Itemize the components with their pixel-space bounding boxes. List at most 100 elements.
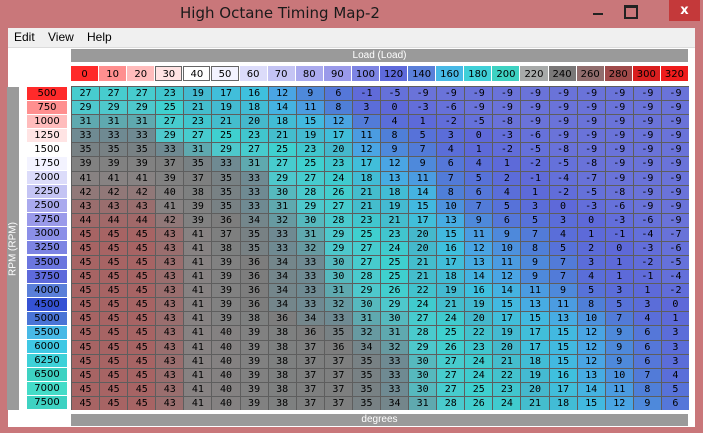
timing-cell[interactable]: 12 [577,340,605,354]
timing-cell[interactable]: 34 [268,256,296,270]
timing-cell[interactable]: 24 [381,241,409,256]
timing-cell[interactable]: 8 [633,382,661,396]
timing-cell[interactable]: 39 [212,270,240,284]
timing-cell[interactable]: 11 [352,129,380,143]
timing-cell[interactable]: 32 [352,326,380,340]
timing-cell[interactable]: 39 [212,256,240,270]
timing-cell[interactable]: -9 [661,199,689,213]
timing-cell[interactable]: 33 [381,354,409,368]
timing-cell[interactable]: 9 [296,87,324,101]
timing-cell[interactable]: 27 [184,129,212,143]
timing-cell[interactable]: 5 [521,213,549,227]
timing-cell[interactable]: -9 [521,87,549,101]
timing-cell[interactable]: 20 [240,115,268,129]
timing-cell[interactable]: 31 [381,326,409,340]
timing-cell[interactable]: 13 [381,171,409,185]
timing-cell[interactable]: 41 [184,354,212,368]
timing-cell[interactable]: -8 [605,185,633,199]
timing-cell[interactable]: 37 [156,157,184,171]
timing-cell[interactable]: 43 [128,199,156,213]
timing-cell[interactable]: 2 [493,171,521,185]
timing-cell[interactable]: 34 [268,284,296,298]
timing-cell[interactable]: 33 [240,171,268,185]
timing-cell[interactable]: 11 [296,101,324,115]
timing-cell[interactable]: 4 [437,143,465,157]
timing-cell[interactable]: 4 [633,312,661,326]
timing-cell[interactable]: 1 [521,185,549,199]
timing-cell[interactable]: 31 [100,115,128,129]
timing-cell[interactable]: 29 [72,101,100,115]
timing-cell[interactable]: 27 [240,143,268,157]
timing-cell[interactable]: -9 [661,129,689,143]
timing-cell[interactable]: -9 [577,143,605,157]
timing-cell[interactable]: 16 [437,241,465,256]
timing-cell[interactable]: 14 [493,284,521,298]
timing-cell[interactable]: 3 [437,129,465,143]
timing-cell[interactable]: 18 [352,171,380,185]
timing-cell[interactable]: -9 [633,143,661,157]
timing-cell[interactable]: 25 [352,227,380,241]
timing-cell[interactable]: 10 [437,199,465,213]
timing-cell[interactable]: 29 [156,129,184,143]
timing-cell[interactable]: 12 [577,354,605,368]
timing-cell[interactable]: 32 [324,298,352,312]
timing-cell[interactable]: 20 [324,143,352,157]
timing-cell[interactable]: 24 [493,396,521,410]
timing-cell[interactable]: 32 [296,241,324,256]
timing-cell[interactable]: 7 [352,115,380,129]
maximize-button[interactable] [616,0,644,22]
timing-cell[interactable]: 20 [409,241,437,256]
timing-cell[interactable]: 4 [549,227,577,241]
timing-cell[interactable]: 21 [268,129,296,143]
timing-cell[interactable]: 43 [156,382,184,396]
timing-cell[interactable]: 14 [465,270,493,284]
timing-cell[interactable]: 15 [549,354,577,368]
timing-cell[interactable]: 29 [409,340,437,354]
timing-cell[interactable]: -9 [577,87,605,101]
timing-cell[interactable]: 33 [381,368,409,382]
timing-cell[interactable]: -6 [437,101,465,115]
menu-help[interactable]: Help [87,30,112,44]
timing-cell[interactable]: 45 [128,241,156,256]
timing-cell[interactable]: 24 [324,171,352,185]
menu-view[interactable]: View [48,30,74,44]
timing-cell[interactable]: 7 [549,270,577,284]
timing-cell[interactable]: -3 [493,129,521,143]
timing-cell[interactable]: 31 [268,199,296,213]
timing-cell[interactable]: 24 [465,354,493,368]
timing-cell[interactable]: 29 [100,101,128,115]
timing-cell[interactable]: 20 [493,340,521,354]
timing-cell[interactable]: -9 [549,115,577,129]
timing-cell[interactable]: 33 [212,157,240,171]
timing-cell[interactable]: 45 [100,354,128,368]
timing-cell[interactable]: 41 [184,368,212,382]
timing-cell[interactable]: 17 [549,382,577,396]
timing-cell[interactable]: 45 [72,298,100,312]
timing-cell[interactable]: 39 [184,213,212,227]
timing-cell[interactable]: 41 [128,171,156,185]
timing-cell[interactable]: 45 [128,396,156,410]
timing-cell[interactable]: 35 [212,171,240,185]
timing-cell[interactable]: 5 [493,199,521,213]
timing-cell[interactable]: 30 [409,382,437,396]
timing-cell[interactable]: 34 [352,340,380,354]
timing-cell[interactable]: 42 [100,185,128,199]
timing-cell[interactable]: 15 [296,115,324,129]
timing-cell[interactable]: 19 [521,368,549,382]
timing-cell[interactable]: 6 [493,213,521,227]
timing-cell[interactable]: 45 [128,368,156,382]
timing-cell[interactable]: -9 [549,129,577,143]
timing-cell[interactable]: -1 [633,270,661,284]
timing-cell[interactable]: 1 [465,143,493,157]
timing-cell[interactable]: 33 [268,227,296,241]
timing-cell[interactable]: 5 [661,382,689,396]
timing-cell[interactable]: 33 [240,199,268,213]
timing-cell[interactable]: 17 [521,340,549,354]
timing-cell[interactable]: 45 [100,284,128,298]
timing-cell[interactable]: 33 [156,143,184,157]
timing-cell[interactable]: 33 [240,185,268,199]
timing-cell[interactable]: 41 [184,312,212,326]
timing-cell[interactable]: 45 [72,284,100,298]
timing-cell[interactable]: 1 [605,256,633,270]
timing-cell[interactable]: 45 [100,326,128,340]
